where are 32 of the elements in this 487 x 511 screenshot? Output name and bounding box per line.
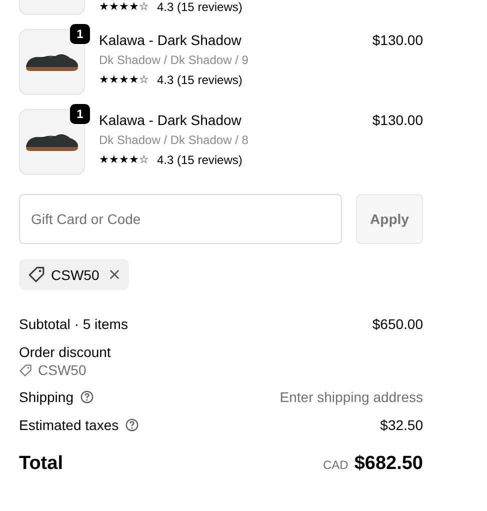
star-rating: ★★★★☆ [99, 73, 149, 88]
discount-code-field[interactable]: Gift Card or Code [19, 194, 342, 244]
total-amount: $682.50 [354, 453, 423, 475]
product-price: $130.00 [372, 31, 423, 50]
rating-text: 4.3 (15 reviews) [157, 0, 242, 16]
star-rating: ★★★★☆ [99, 0, 149, 15]
product-title: Kalawa - Dark Shadow [99, 31, 242, 50]
summary-value: Enter shipping address [280, 389, 423, 405]
tag-icon [19, 364, 32, 376]
summary-label: Order discount [19, 343, 112, 362]
summary-value: $32.50 [380, 417, 423, 433]
discount-code: CSW50 [38, 361, 86, 379]
rating-text: 4.3 (15 reviews) [157, 72, 242, 89]
summary-value: $650.00 [372, 316, 423, 332]
product-variant: Dk Shadow / Dk Shadow / 8 [99, 132, 250, 149]
quantity-badge: 1 [70, 104, 90, 124]
discount-code: CSW50 [51, 266, 100, 282]
help-icon[interactable] [80, 390, 94, 404]
close-icon[interactable] [109, 269, 120, 280]
product-title: Kalawa - Dark Shadow [99, 111, 242, 130]
summary-label: Estimated taxes [19, 417, 119, 433]
total-label: Total [19, 453, 63, 475]
currency-code: CAD [322, 458, 348, 472]
summary-label: Shipping [19, 389, 74, 405]
star-rating: ★★★★☆ [99, 153, 149, 168]
tag-icon [28, 266, 45, 283]
quantity-badge: 1 [70, 24, 90, 44]
summary-label: Subtotal · 5 items [19, 316, 128, 332]
product-variant: Dk Shadow / Dk Shadow / 9 [99, 52, 250, 69]
product-price: $130.00 [372, 111, 423, 130]
help-icon[interactable] [124, 418, 139, 432]
rating-text: 4.3 (15 reviews) [157, 152, 242, 169]
